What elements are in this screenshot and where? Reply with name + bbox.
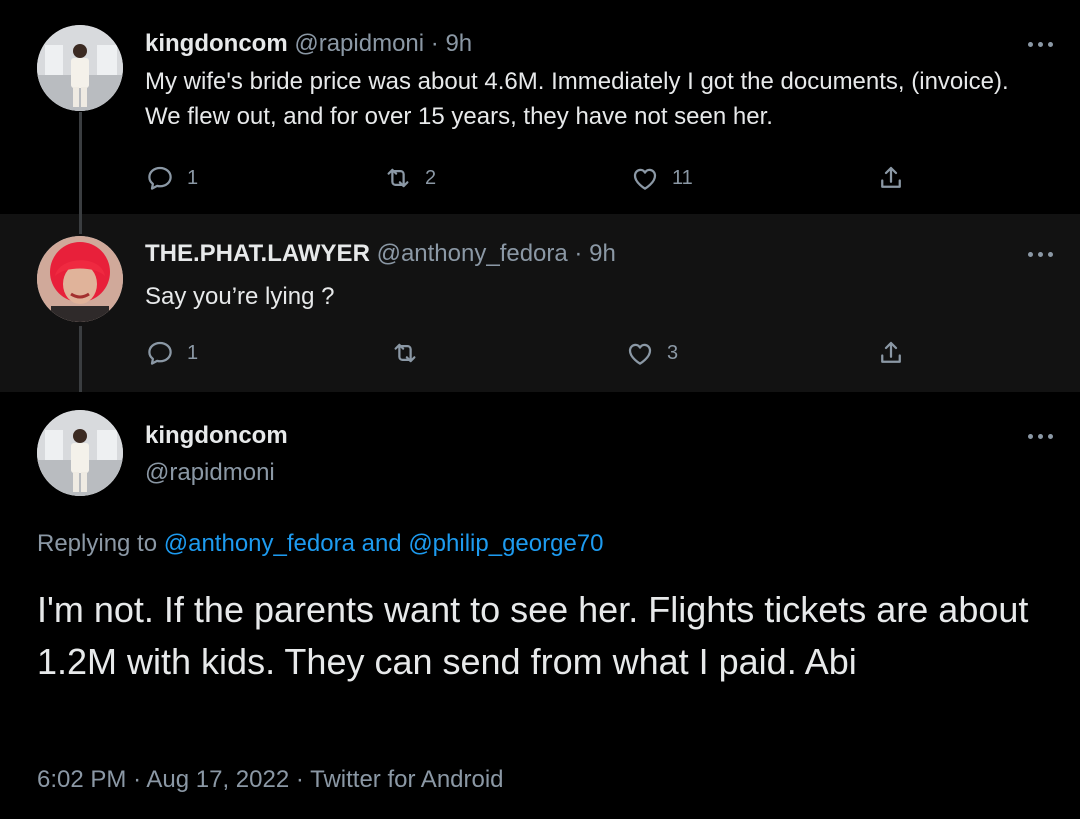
share-icon — [881, 166, 901, 188]
separator: · — [295, 766, 304, 793]
user-handle[interactable]: @rapidmoni — [145, 459, 275, 487]
share-icon — [881, 341, 901, 363]
like-button[interactable]: 3 — [625, 338, 678, 368]
timestamp[interactable]: 9h — [589, 240, 616, 267]
avatar[interactable] — [37, 410, 123, 496]
display-name[interactable]: THE.PHAT.LAWYER — [145, 240, 370, 267]
user-handle[interactable]: @anthony_fedora — [377, 240, 568, 267]
retweet-button[interactable] — [390, 338, 432, 368]
tweet-source[interactable]: Twitter for Android — [310, 766, 503, 793]
reply-icon — [148, 166, 172, 190]
mention-link[interactable]: @philip_george70 — [408, 530, 603, 557]
heart-icon — [628, 343, 652, 365]
separator: · — [430, 30, 439, 57]
timestamp[interactable]: 9h — [445, 30, 472, 57]
avatar[interactable] — [37, 236, 123, 322]
thread-line — [79, 112, 82, 214]
reply-icon — [148, 341, 172, 365]
replying-to: Replying to @anthony_fedora and @philip_… — [37, 530, 604, 558]
user-handle[interactable]: @rapidmoni — [294, 30, 424, 57]
tweet-date[interactable]: Aug 17, 2022 — [146, 766, 289, 793]
tweet-text: My wife's bride price was about 4.6M. Im… — [145, 68, 1009, 130]
mention-link[interactable]: @anthony_fedora — [164, 530, 355, 557]
tweet-1[interactable]: kingdoncom @rapidmoni · 9h My wife's bri… — [0, 0, 1080, 214]
thread-line — [79, 214, 82, 234]
retweet-count: 2 — [425, 166, 437, 189]
retweet-icon — [394, 343, 416, 363]
share-button[interactable] — [876, 338, 906, 368]
like-count: 3 — [667, 341, 679, 364]
retweet-icon — [387, 168, 409, 188]
share-button[interactable] — [876, 163, 906, 193]
like-button[interactable]: 11 — [630, 163, 693, 193]
reply-button[interactable]: 1 — [145, 338, 198, 368]
tweet-header: kingdoncom @rapidmoni · 9h — [145, 30, 472, 58]
mention-and[interactable]: and — [362, 530, 402, 557]
display-name[interactable]: kingdoncom — [145, 30, 288, 57]
tweet-meta: 6:02 PM · Aug 17, 2022 · Twitter for And… — [37, 766, 504, 794]
avatar[interactable] — [37, 25, 123, 111]
replying-prefix: Replying to — [37, 530, 158, 557]
thread-line — [79, 326, 82, 392]
like-count: 11 — [672, 166, 693, 189]
retweet-button[interactable]: 2 — [383, 163, 436, 193]
tweet-header: THE.PHAT.LAWYER @anthony_fedora · 9h — [145, 240, 616, 268]
tweet-text: Say you’re lying ? — [145, 283, 335, 310]
more-icon[interactable] — [1028, 250, 1054, 260]
reply-button[interactable]: 1 — [145, 163, 198, 193]
more-icon[interactable] — [1028, 432, 1054, 442]
heart-icon — [633, 168, 657, 190]
display-name[interactable]: kingdoncom — [145, 422, 288, 450]
tweet-time[interactable]: 6:02 PM — [37, 766, 126, 793]
reply-count: 1 — [187, 166, 199, 189]
tweet-text: I'm not. If the parents want to see her.… — [37, 589, 1029, 682]
tweet-2[interactable]: THE.PHAT.LAWYER @anthony_fedora · 9h Say… — [0, 214, 1080, 392]
main-tweet: kingdoncom @rapidmoni Replying to @antho… — [0, 392, 1080, 819]
separator: · — [133, 766, 142, 793]
reply-count: 1 — [187, 341, 199, 364]
separator: · — [574, 240, 583, 267]
more-icon[interactable] — [1028, 40, 1054, 50]
